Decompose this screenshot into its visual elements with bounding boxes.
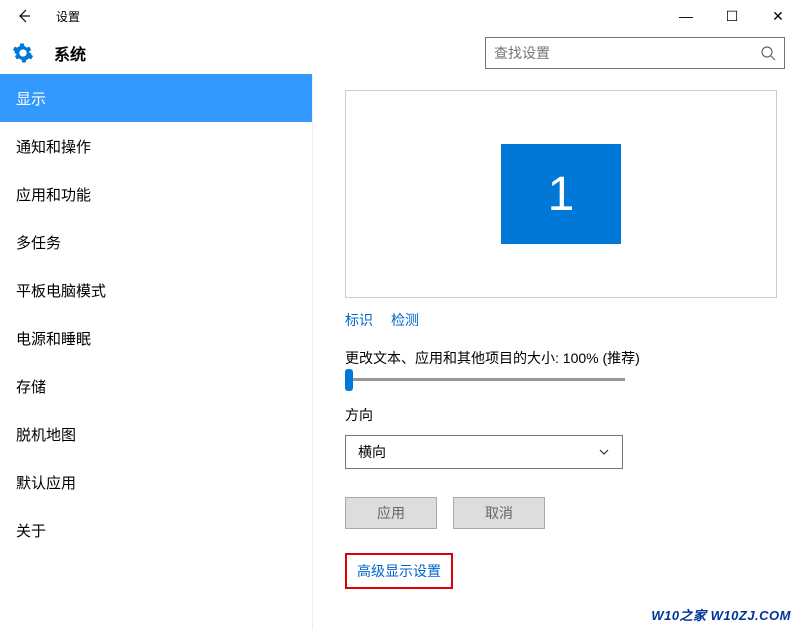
close-button[interactable]: ✕	[755, 0, 801, 32]
content: 显示 通知和操作 应用和功能 多任务 平板电脑模式 电源和睡眠 存储 脱机地图 …	[0, 74, 801, 630]
chevron-down-icon	[598, 446, 610, 458]
sidebar-item-apps[interactable]: 应用和功能	[0, 170, 312, 218]
maximize-button[interactable]: ☐	[709, 0, 755, 32]
button-row: 应用 取消	[345, 497, 777, 529]
sidebar-item-about[interactable]: 关于	[0, 506, 312, 554]
sidebar-item-maps[interactable]: 脱机地图	[0, 410, 312, 458]
sidebar-item-display[interactable]: 显示	[0, 74, 312, 122]
titlebar: 设置 — ☐ ✕	[0, 0, 801, 32]
scale-slider[interactable]	[345, 378, 625, 381]
identify-link[interactable]: 标识	[345, 310, 373, 330]
apply-button[interactable]: 应用	[345, 497, 437, 529]
titlebar-right: — ☐ ✕	[663, 0, 801, 32]
header-left: 系统	[12, 41, 86, 65]
monitor-preview: 1	[345, 90, 777, 298]
header-row: 系统	[0, 32, 801, 74]
advanced-display-link[interactable]: 高级显示设置	[357, 563, 441, 579]
window-title: 设置	[56, 8, 80, 25]
sidebar-item-notifications[interactable]: 通知和操作	[0, 122, 312, 170]
main-panel: 1 标识 检测 更改文本、应用和其他项目的大小: 100% (推荐) 方向 横向…	[312, 74, 801, 630]
sidebar-item-default-apps[interactable]: 默认应用	[0, 458, 312, 506]
scale-slider-thumb[interactable]	[345, 369, 353, 391]
scale-label: 更改文本、应用和其他项目的大小: 100% (推荐)	[345, 348, 777, 368]
sidebar-item-multitasking[interactable]: 多任务	[0, 218, 312, 266]
monitor-1[interactable]: 1	[501, 144, 621, 244]
search-input[interactable]	[494, 45, 754, 61]
watermark: W10之家 W10ZJ.COM	[651, 605, 791, 624]
orientation-value: 横向	[358, 442, 386, 462]
sidebar-item-storage[interactable]: 存储	[0, 362, 312, 410]
orientation-label: 方向	[345, 405, 777, 425]
advanced-highlight: 高级显示设置	[345, 553, 453, 589]
sidebar: 显示 通知和操作 应用和功能 多任务 平板电脑模式 电源和睡眠 存储 脱机地图 …	[0, 74, 312, 630]
search-box[interactable]	[485, 37, 785, 69]
detect-link[interactable]: 检测	[391, 310, 419, 330]
minimize-button[interactable]: —	[663, 0, 709, 32]
back-button[interactable]	[0, 0, 48, 32]
sidebar-item-tablet[interactable]: 平板电脑模式	[0, 266, 312, 314]
titlebar-left: 设置	[0, 0, 80, 32]
cancel-button[interactable]: 取消	[453, 497, 545, 529]
monitor-actions: 标识 检测	[345, 310, 777, 330]
search-icon[interactable]	[760, 45, 776, 61]
page-title: 系统	[54, 41, 86, 65]
sidebar-item-power[interactable]: 电源和睡眠	[0, 314, 312, 362]
orientation-select[interactable]: 横向	[345, 435, 623, 469]
gear-icon	[12, 42, 34, 64]
back-arrow-icon	[16, 8, 32, 24]
